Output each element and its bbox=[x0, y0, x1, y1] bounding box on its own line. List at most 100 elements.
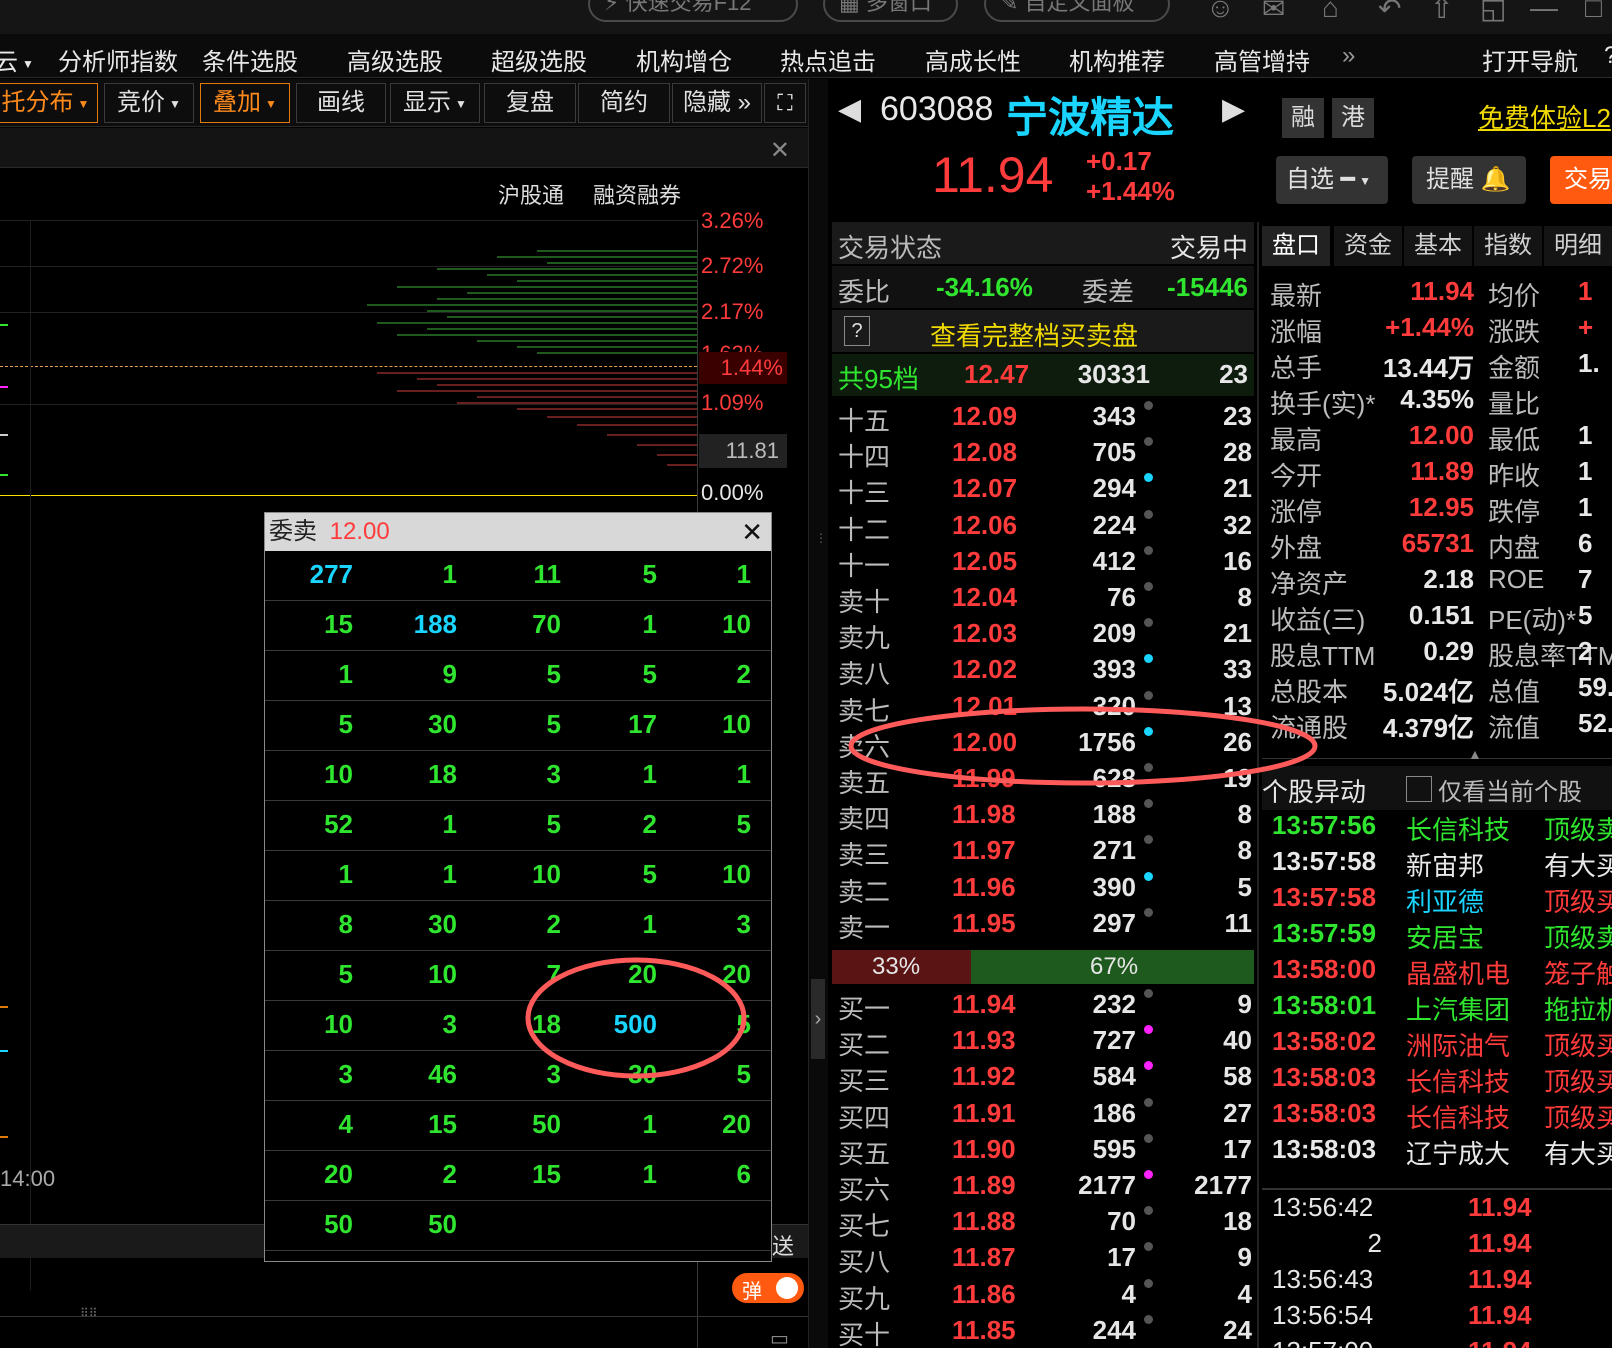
orderbook-row[interactable]: 买三 11.92 584 58 bbox=[838, 1059, 1252, 1096]
watchlist-button[interactable]: 自选 ━ ▼ bbox=[1276, 156, 1388, 204]
orderbook-row[interactable]: 卖三 11.97 271 8 bbox=[838, 833, 1252, 870]
orderbook-row[interactable]: 买七 11.88 70 18 bbox=[838, 1204, 1252, 1241]
orderbook-row[interactable]: 买十 11.85 244 24 bbox=[838, 1313, 1252, 1348]
orderbook-row[interactable]: 十五 12.09 343 23 bbox=[838, 399, 1252, 436]
mover-name[interactable]: 晶盛机电 bbox=[1406, 954, 1510, 991]
minus-icon: ━ bbox=[1340, 166, 1356, 193]
quote-value: 1. bbox=[1578, 348, 1600, 378]
full-book-row[interactable]: ? 查看完整档买卖盘 bbox=[832, 310, 1254, 352]
mover-name[interactable]: 上汽集团 bbox=[1406, 990, 1510, 1027]
orderbook-row[interactable]: 卖四 11.98 188 8 bbox=[838, 797, 1252, 834]
minimize-icon[interactable]: — bbox=[1530, 0, 1558, 24]
orderbook-row[interactable]: 卖八 12.02 393 33 bbox=[838, 652, 1252, 689]
toolbar-display[interactable]: 显示 ▼ bbox=[390, 83, 480, 123]
menu-item[interactable]: 高管增持 bbox=[1214, 42, 1310, 77]
trade-button[interactable]: 交易 bbox=[1550, 156, 1612, 204]
order-queue-popup[interactable]: 委卖 12.00 ✕ 277 1 11 5 1 15 188 70 1 10 1 9 5 5 2 5 30 5 17… bbox=[264, 512, 772, 1262]
menu-item[interactable]: 分析师指数 bbox=[58, 42, 178, 77]
help-icon[interactable]: ? bbox=[844, 316, 870, 346]
orderbook-row[interactable]: 买五 11.90 595 17 bbox=[838, 1132, 1252, 1169]
menu-item[interactable]: 热点追击 bbox=[780, 42, 876, 77]
quick-trade-button[interactable]: ⚡ 快速交易F12 bbox=[588, 0, 798, 22]
pct-label: 2.72% bbox=[701, 253, 764, 278]
custom-panel-button[interactable]: ✎ 自定义面板 bbox=[984, 0, 1170, 22]
toolbar-simple[interactable]: 简约 bbox=[578, 83, 670, 123]
orderbook-row[interactable]: 买二 11.93 727 40 bbox=[838, 1023, 1252, 1060]
menu-item[interactable]: 机构推荐 bbox=[1069, 42, 1165, 77]
orderbook-row[interactable]: 卖七 12.01 320 13 bbox=[838, 689, 1252, 726]
collapse-arrow-icon[interactable]: › bbox=[811, 979, 825, 1059]
user-icon[interactable]: ☺ bbox=[1206, 0, 1235, 24]
tab-2[interactable]: 基本 bbox=[1404, 226, 1472, 266]
orderbook-row[interactable]: 十三 12.07 294 21 bbox=[838, 471, 1252, 508]
menu-item[interactable]: 机构增仓 bbox=[636, 42, 732, 77]
free-trial-link[interactable]: 免费体验L2 bbox=[1478, 98, 1611, 135]
close-icon[interactable]: ✕ bbox=[741, 513, 763, 551]
orderbook-row[interactable]: 十二 12.06 224 32 bbox=[838, 508, 1252, 545]
mover-name[interactable]: 安居宝 bbox=[1406, 918, 1484, 955]
orderbook-row[interactable]: 卖十 12.04 76 8 bbox=[838, 580, 1252, 617]
mover-name[interactable]: 洲际油气 bbox=[1406, 1026, 1510, 1063]
alert-button[interactable]: 提醒 🔔 bbox=[1412, 156, 1526, 204]
mover-name[interactable]: 长信科技 bbox=[1406, 1098, 1510, 1135]
help-button[interactable]: ? bbox=[1604, 42, 1612, 70]
orderbook-row[interactable]: 买八 11.87 17 9 bbox=[838, 1240, 1252, 1277]
close-icon[interactable]: ✕ bbox=[770, 136, 790, 165]
menu-item[interactable]: 高成长性 bbox=[925, 42, 1021, 77]
menu-item[interactable]: 高级选股 bbox=[347, 42, 443, 77]
drag-handle[interactable]: ⠿⠿ bbox=[80, 1306, 98, 1320]
multi-window-button[interactable]: ▦ 多窗口 bbox=[823, 0, 958, 22]
toolbar-distribution[interactable]: 托分布 ▼ bbox=[0, 83, 98, 123]
orderbook-row[interactable]: 买一 11.94 232 9 bbox=[838, 987, 1252, 1024]
back-icon[interactable]: ↶ bbox=[1378, 0, 1401, 25]
orderbook-row[interactable]: 卖一 11.95 297 11 bbox=[838, 906, 1252, 943]
expand-icon[interactable]: ⛶ bbox=[764, 83, 806, 123]
full-book-link[interactable]: 查看完整档买卖盘 bbox=[930, 316, 1138, 353]
toolbar-overlay[interactable]: 叠加 ▼ bbox=[200, 83, 290, 123]
orderbook-row[interactable]: 十四 12.08 705 28 bbox=[838, 435, 1252, 472]
collapse-up-icon[interactable]: ▲ bbox=[1468, 746, 1482, 762]
toolbar-auction[interactable]: 竞价 ▼ bbox=[104, 83, 194, 123]
quote-key: 涨停 bbox=[1270, 497, 1323, 527]
upload-icon[interactable]: ⇧ bbox=[1430, 0, 1453, 25]
tab-0[interactable]: 盘口 bbox=[1262, 226, 1330, 266]
orderbook-row[interactable]: 买六 11.89 2177 2177 bbox=[838, 1168, 1252, 1205]
home-icon[interactable]: ⌂ bbox=[1322, 0, 1339, 24]
popup-toggle[interactable]: 弹 bbox=[732, 1273, 804, 1303]
mover-name[interactable]: 长信科技 bbox=[1406, 810, 1510, 847]
mover-name[interactable]: 新宙邦 bbox=[1406, 846, 1484, 883]
menu-more-button[interactable]: » bbox=[1342, 42, 1355, 70]
orderbook-row[interactable]: 卖五 11.99 628 19 bbox=[838, 761, 1252, 798]
open-nav-button[interactable]: 打开导航 bbox=[1482, 42, 1578, 77]
orderbook-row[interactable]: 买九 11.86 4 4 bbox=[838, 1277, 1252, 1314]
orderbook-row[interactable]: 买四 11.91 186 27 bbox=[838, 1096, 1252, 1133]
window-icon[interactable]: ◱ bbox=[1480, 0, 1506, 25]
maximize-icon[interactable]: □ bbox=[1585, 0, 1602, 24]
mover-name[interactable]: 辽宁成大 bbox=[1406, 1134, 1510, 1171]
tab-4[interactable]: 明细 bbox=[1544, 226, 1612, 266]
orderbook-row[interactable]: 十一 12.05 412 16 bbox=[838, 544, 1252, 581]
lightning-icon: ⚡ bbox=[604, 0, 626, 15]
menu-cloud[interactable]: 云 ▼ bbox=[0, 42, 34, 77]
toolbar-draw[interactable]: 画线 bbox=[296, 83, 386, 123]
mail-icon[interactable]: ✉ bbox=[1262, 0, 1285, 25]
menu-item[interactable]: 超级选股 bbox=[491, 42, 587, 77]
popup-cell: 50 bbox=[532, 1109, 561, 1139]
orderbook-row[interactable]: 卖六 12.00 1756 26 bbox=[838, 725, 1252, 762]
toolbar-replay[interactable]: 复盘 bbox=[484, 83, 576, 123]
tab-1[interactable]: 资金 bbox=[1334, 226, 1402, 266]
filter-checkbox[interactable] bbox=[1406, 776, 1432, 802]
orderbook-row[interactable]: 卖二 11.96 390 5 bbox=[838, 870, 1252, 907]
prev-stock-arrow-icon[interactable]: ◀ bbox=[838, 92, 861, 127]
toolbar-hide[interactable]: 隐藏 » bbox=[672, 83, 762, 123]
line-stub bbox=[0, 1136, 8, 1138]
splitter[interactable]: ⋮ › bbox=[808, 79, 828, 1348]
mover-name[interactable]: 利亚德 bbox=[1406, 882, 1484, 919]
level-volume: 186 bbox=[1092, 1097, 1136, 1128]
menu-item[interactable]: 条件选股 bbox=[202, 42, 298, 77]
panel-icon[interactable]: ▭ bbox=[770, 1326, 789, 1348]
orderbook-row[interactable]: 卖九 12.03 209 21 bbox=[838, 616, 1252, 653]
mover-name[interactable]: 长信科技 bbox=[1406, 1062, 1510, 1099]
next-stock-arrow-icon[interactable]: ▶ bbox=[1222, 92, 1245, 127]
tab-3[interactable]: 指数 bbox=[1474, 226, 1542, 266]
